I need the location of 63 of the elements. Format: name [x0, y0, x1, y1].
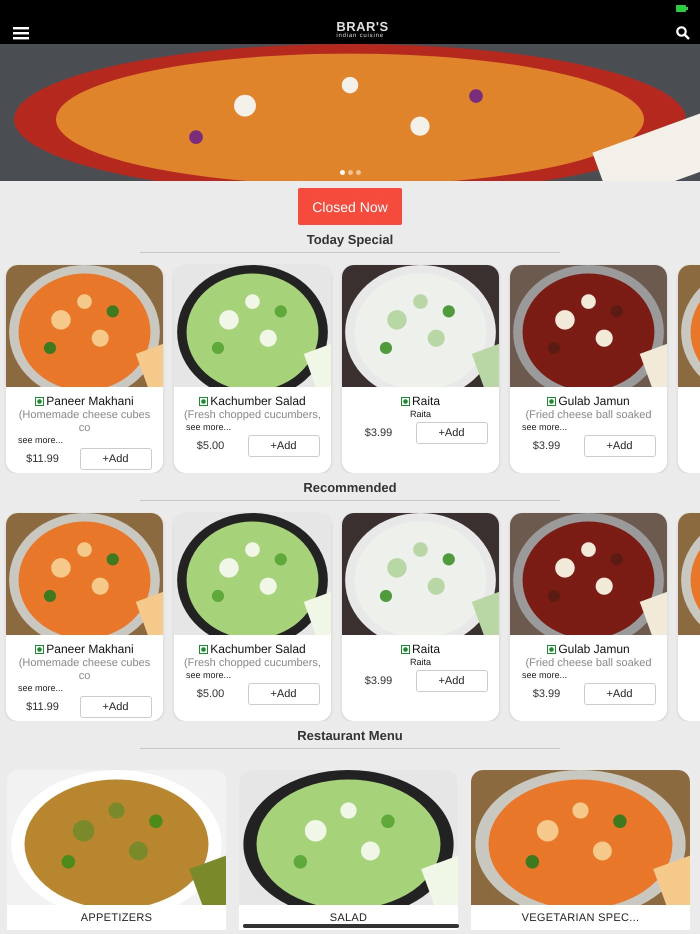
- closed-now-button[interactable]: Closed Now: [298, 188, 402, 225]
- item-name: Raita: [400, 394, 440, 408]
- item-description: (Homemade cheese cubes co: [18, 409, 152, 435]
- item-subtitle: Raita: [410, 657, 431, 667]
- menu-item-card[interactable]: Raita Raita $3.99 +Add: [342, 513, 499, 721]
- logo-title: BRAR'S: [336, 20, 389, 33]
- menu-button[interactable]: [13, 26, 29, 40]
- category-card[interactable]: VEGETARIAN SPEC...: [471, 770, 690, 930]
- add-button[interactable]: +Add: [80, 696, 152, 718]
- add-button[interactable]: +Add: [416, 422, 488, 444]
- carousel-dot[interactable]: [348, 170, 352, 175]
- item-price: $11.99: [25, 701, 60, 713]
- see-more-link[interactable]: see more...: [18, 435, 64, 445]
- see-more-link[interactable]: see more...: [522, 422, 568, 432]
- see-more-link[interactable]: see more...: [186, 670, 232, 680]
- item-price: $3.99: [364, 675, 394, 687]
- menu-item-card[interactable]: Gulab Jamun (Fried cheese ball soaked see more... $3.99 +Add: [510, 513, 667, 721]
- add-button[interactable]: +Add: [80, 448, 152, 470]
- carousel-dot[interactable]: [356, 170, 360, 175]
- item-name: Gulab Jamun: [547, 642, 630, 656]
- item-description: (Fried cheese ball soaked: [524, 657, 652, 670]
- item-price: $3.99: [532, 440, 562, 452]
- menu-item-card[interactable]: Paneer Makhani (Homemade cheese cubes co see more... $11.99 +Add: [6, 265, 163, 473]
- item-name: Kachumber Salad: [199, 642, 306, 656]
- item-price: $3.99: [364, 427, 394, 439]
- see-more-link[interactable]: see more...: [522, 670, 568, 680]
- add-button[interactable]: +Add: [584, 683, 656, 705]
- item-name: Raita: [400, 642, 440, 656]
- section-title: Recommended: [303, 480, 397, 495]
- item-price: $5.00: [196, 440, 226, 452]
- add-button[interactable]: +Add: [248, 683, 320, 705]
- menu-item-card[interactable]: Paneer Makhani (Homemade cheese cubes co see more... $11.99 +Add: [6, 513, 163, 721]
- see-more-link[interactable]: see more...: [186, 422, 232, 432]
- category-card[interactable]: APPETIZERS: [7, 770, 226, 930]
- category-label: SALAD: [330, 912, 368, 924]
- carousel-dot[interactable]: [340, 170, 344, 175]
- section-title: Today Special: [306, 232, 394, 247]
- category-label: VEGETARIAN SPEC...: [522, 912, 640, 924]
- menu-item-card[interactable]: Raita Raita $3.99 +Add: [342, 265, 499, 473]
- item-price: $11.99: [25, 453, 60, 465]
- item-description: (Fried cheese ball soaked: [524, 409, 652, 422]
- add-button[interactable]: +Add: [416, 670, 488, 692]
- battery-icon: [676, 5, 688, 12]
- see-more-link[interactable]: see more...: [18, 683, 64, 693]
- category-card[interactable]: SALAD: [239, 770, 458, 930]
- search-button[interactable]: [676, 26, 690, 40]
- item-description: (Fresh chopped cucumbers,: [184, 409, 322, 422]
- item-description: (Homemade cheese cubes co: [18, 657, 152, 683]
- section-title: Restaurant Menu: [297, 728, 403, 743]
- item-name: Paneer Makhani: [35, 642, 134, 656]
- add-button[interactable]: +Add: [248, 435, 320, 457]
- item-name: Paneer Makhani: [35, 394, 134, 408]
- item-subtitle: Raita: [410, 409, 431, 419]
- item-price: $3.99: [532, 688, 562, 700]
- item-name: Gulab Jamun: [547, 394, 630, 408]
- item-name: Kachumber Salad: [199, 394, 306, 408]
- category-label: APPETIZERS: [80, 912, 152, 924]
- item-description: (Fresh chopped cucumbers,: [184, 657, 322, 670]
- menu-item-card[interactable]: Kachumber Salad (Fresh chopped cucumbers, see more... $5.00 +Add: [174, 265, 331, 473]
- menu-item-card[interactable]: Kachumber Salad (Fresh chopped cucumbers, see more... $5.00 +Add: [174, 513, 331, 721]
- item-price: $5.00: [196, 688, 226, 700]
- add-button[interactable]: +Add: [584, 435, 656, 457]
- menu-item-card[interactable]: Gulab Jamun (Fried cheese ball soaked see more... $3.99 +Add: [510, 265, 667, 473]
